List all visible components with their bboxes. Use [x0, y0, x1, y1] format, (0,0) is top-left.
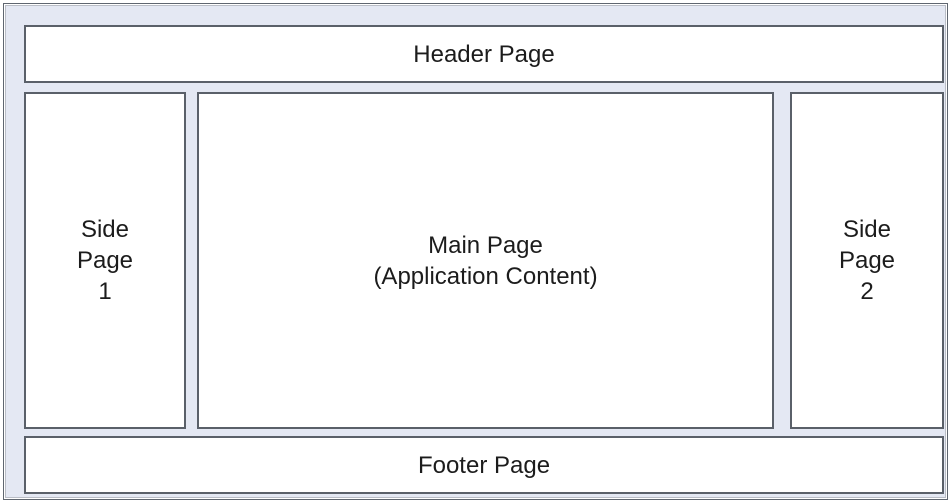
header-page-label: Header Page: [413, 40, 555, 68]
side-page-2-box: Side Page 2: [790, 92, 944, 429]
side-page-1-label: Side Page 1: [76, 216, 134, 305]
side-page-2-label: Side Page 2: [838, 216, 896, 305]
side-page-1-box: Side Page 1: [24, 92, 186, 429]
main-page-label: Main Page (Application Content): [373, 231, 598, 290]
layout-diagram: Header Page Side Page 1 Main Page (Appli…: [3, 3, 948, 500]
footer-page-label: Footer Page: [417, 451, 551, 479]
main-page-box: Main Page (Application Content): [197, 92, 774, 429]
header-page-box: Header Page: [24, 25, 944, 83]
footer-page-box: Footer Page: [24, 436, 944, 494]
